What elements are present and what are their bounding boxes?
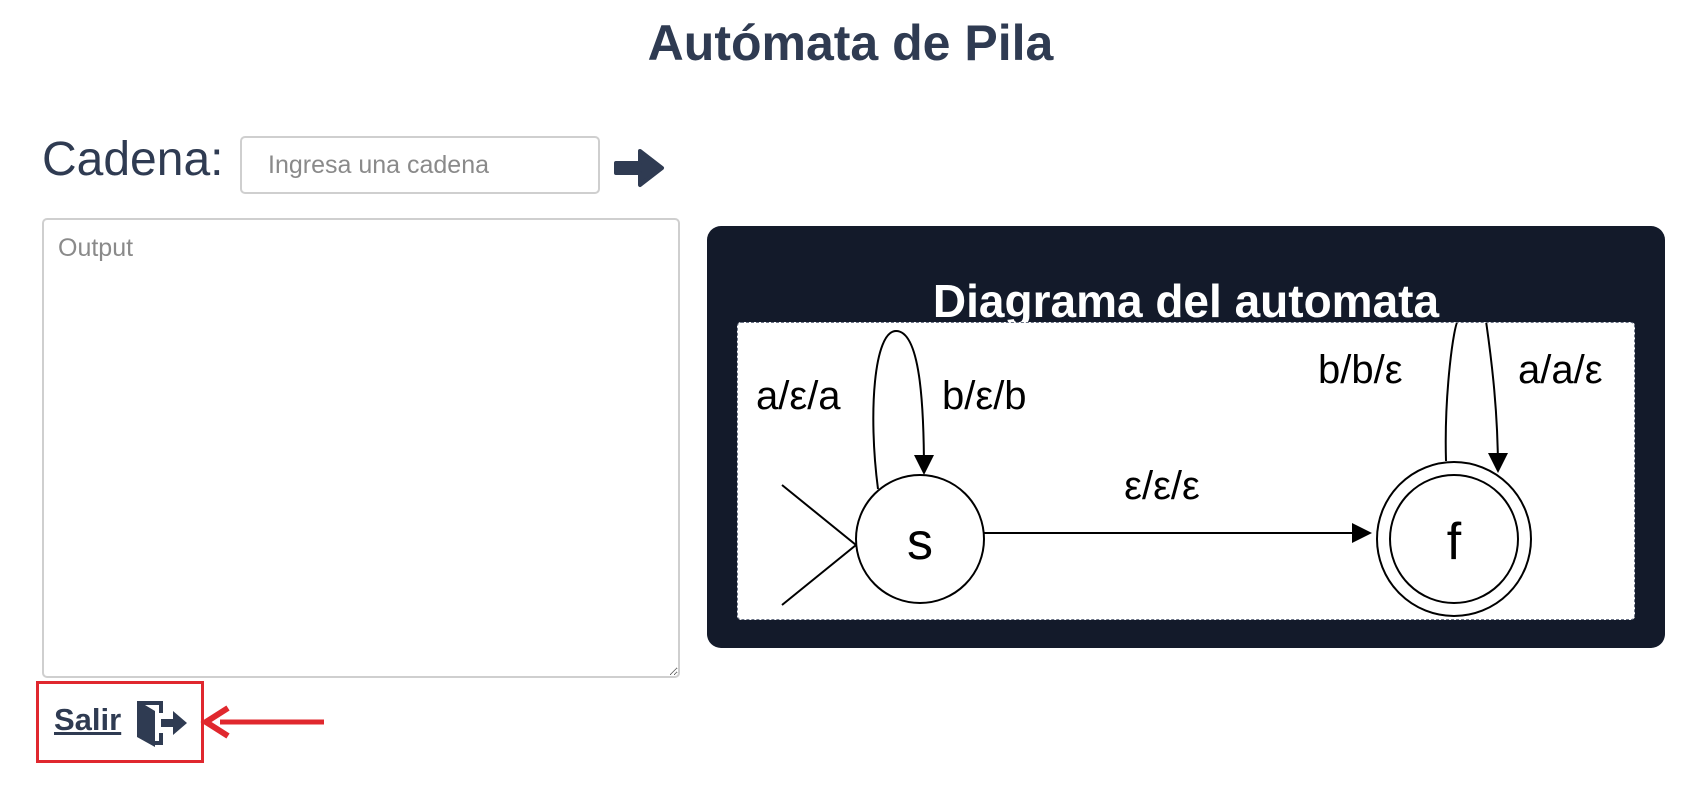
label-s-to-f: ε/ε/ε <box>1124 464 1200 508</box>
label-f-loop-left: b/b/ε <box>1318 348 1403 392</box>
automaton-diagram: s f ε/ε/ε a/ε/a b/ε/b b/b/ε a/a/ε <box>737 322 1635 620</box>
label-s-loop-right: b/ε/b <box>942 374 1027 418</box>
arrow-right-icon <box>614 149 664 187</box>
diagram-card: Diagrama del automata s f ε/ε/ε a/ε/a b/… <box>707 226 1665 648</box>
page-title: Autómata de Pila <box>647 15 1054 71</box>
start-marker <box>781 484 858 606</box>
red-arrow-annotation <box>200 705 324 739</box>
label-s-loop-left: a/ε/a <box>756 374 841 418</box>
cadena-label: Cadena: <box>42 133 224 186</box>
loop-s <box>872 329 934 490</box>
state-f-label: f <box>1447 513 1462 571</box>
exit-link[interactable]: Salir <box>54 702 121 738</box>
door-exit-icon[interactable] <box>133 697 189 749</box>
submit-button[interactable] <box>610 140 666 196</box>
output-textarea[interactable] <box>42 218 680 678</box>
label-f-loop-right: a/a/ε <box>1518 348 1603 392</box>
state-s-label: s <box>907 513 933 571</box>
diagram-title: Diagrama del automata <box>932 275 1440 327</box>
loop-f <box>1444 323 1498 471</box>
cadena-input[interactable] <box>240 136 600 194</box>
